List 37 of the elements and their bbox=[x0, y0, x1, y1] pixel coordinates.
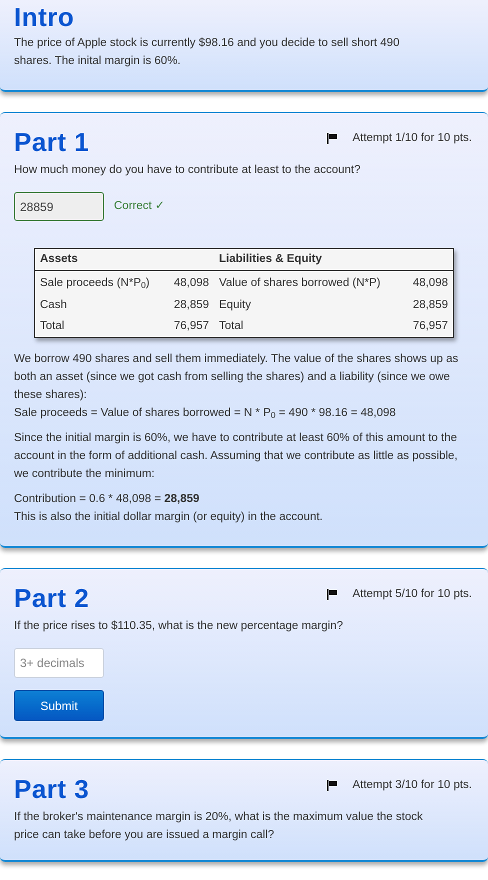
section-title: Part 2 bbox=[14, 583, 90, 613]
table-cell: 28,859 bbox=[406, 294, 454, 316]
feedback-text: Correct ✓ bbox=[114, 198, 165, 214]
explanation-text: Contribution = 0.6 * 48,098 = 28,859 bbox=[14, 492, 200, 507]
question-text: If the price rises to $110.35, what is the new percentage margin? bbox=[14, 619, 344, 634]
explanation-text: We borrow 490 shares and sell them immediately. The value of the shares shows up as both an asset (since we got cash from selling the shares) and a liability (since we owe these shares): bbox=[14, 352, 460, 403]
attempt-info: Attempt 3/10 for 10 pts. bbox=[352, 778, 472, 793]
flag-icon[interactable] bbox=[327, 589, 338, 600]
explanation-text: This is also the initial dollar margin (or equity) in the account. bbox=[14, 510, 324, 525]
explanation-text: Sale proceeds = Value of shares borrowed = N * P$_{0}$ = 490 * 98.16 = 48,098 bbox=[14, 406, 397, 422]
section-title: Intro bbox=[14, 2, 76, 32]
explanation-text: Since the initial margin is 60%, we have to contribute at least 60% of this amount to the account in the form of additional cash. Assuming that we contribute as little as possible, we contribute the minimum: bbox=[14, 431, 459, 482]
table-cell: Sale proceeds (N*P$_{0}$) bbox=[34, 270, 168, 294]
attempt-info: Attempt 5/10 for 10 pts. bbox=[352, 587, 472, 602]
flag-icon[interactable] bbox=[327, 780, 338, 792]
table-cell: 76,957 bbox=[406, 316, 454, 338]
table-cell: 48,098 bbox=[168, 270, 214, 294]
table-header: Liabilities & Equity bbox=[214, 248, 454, 271]
table-cell: 76,957 bbox=[168, 316, 214, 338]
table-cell: 28,859 bbox=[168, 294, 214, 316]
table-cell: 48,098 bbox=[406, 270, 454, 294]
intro-text: The price of Apple stock is currently $98.16 and you decide to sell short 490 shares. The inital margin is 60%. bbox=[14, 36, 400, 69]
answer-field[interactable]: 28859 bbox=[14, 192, 104, 221]
table-cell: Value of shares borrowed (N*P) bbox=[214, 270, 406, 294]
question-text: If the broker's maintenance margin is 20%, what is the maximum value the stock price can take before you are issued a margin call? bbox=[14, 810, 424, 843]
table-cell: Total bbox=[214, 316, 406, 338]
table-cell: Total bbox=[34, 316, 168, 338]
table-cell: Equity bbox=[214, 294, 406, 316]
answer-field[interactable]: 3+ decimals bbox=[14, 648, 104, 678]
section-title: Part 3 bbox=[14, 774, 90, 804]
attempt-info: Attempt 1/10 for 10 pts. bbox=[352, 131, 472, 146]
section-title: Part 1 bbox=[14, 127, 90, 157]
table-header: Assets bbox=[34, 248, 214, 271]
table-cell: Cash bbox=[34, 294, 168, 316]
question-text: How much money do you have to contribute at least to the account? bbox=[14, 163, 362, 178]
flag-icon[interactable] bbox=[327, 133, 338, 144]
submit-button[interactable]: Submit bbox=[14, 690, 104, 721]
